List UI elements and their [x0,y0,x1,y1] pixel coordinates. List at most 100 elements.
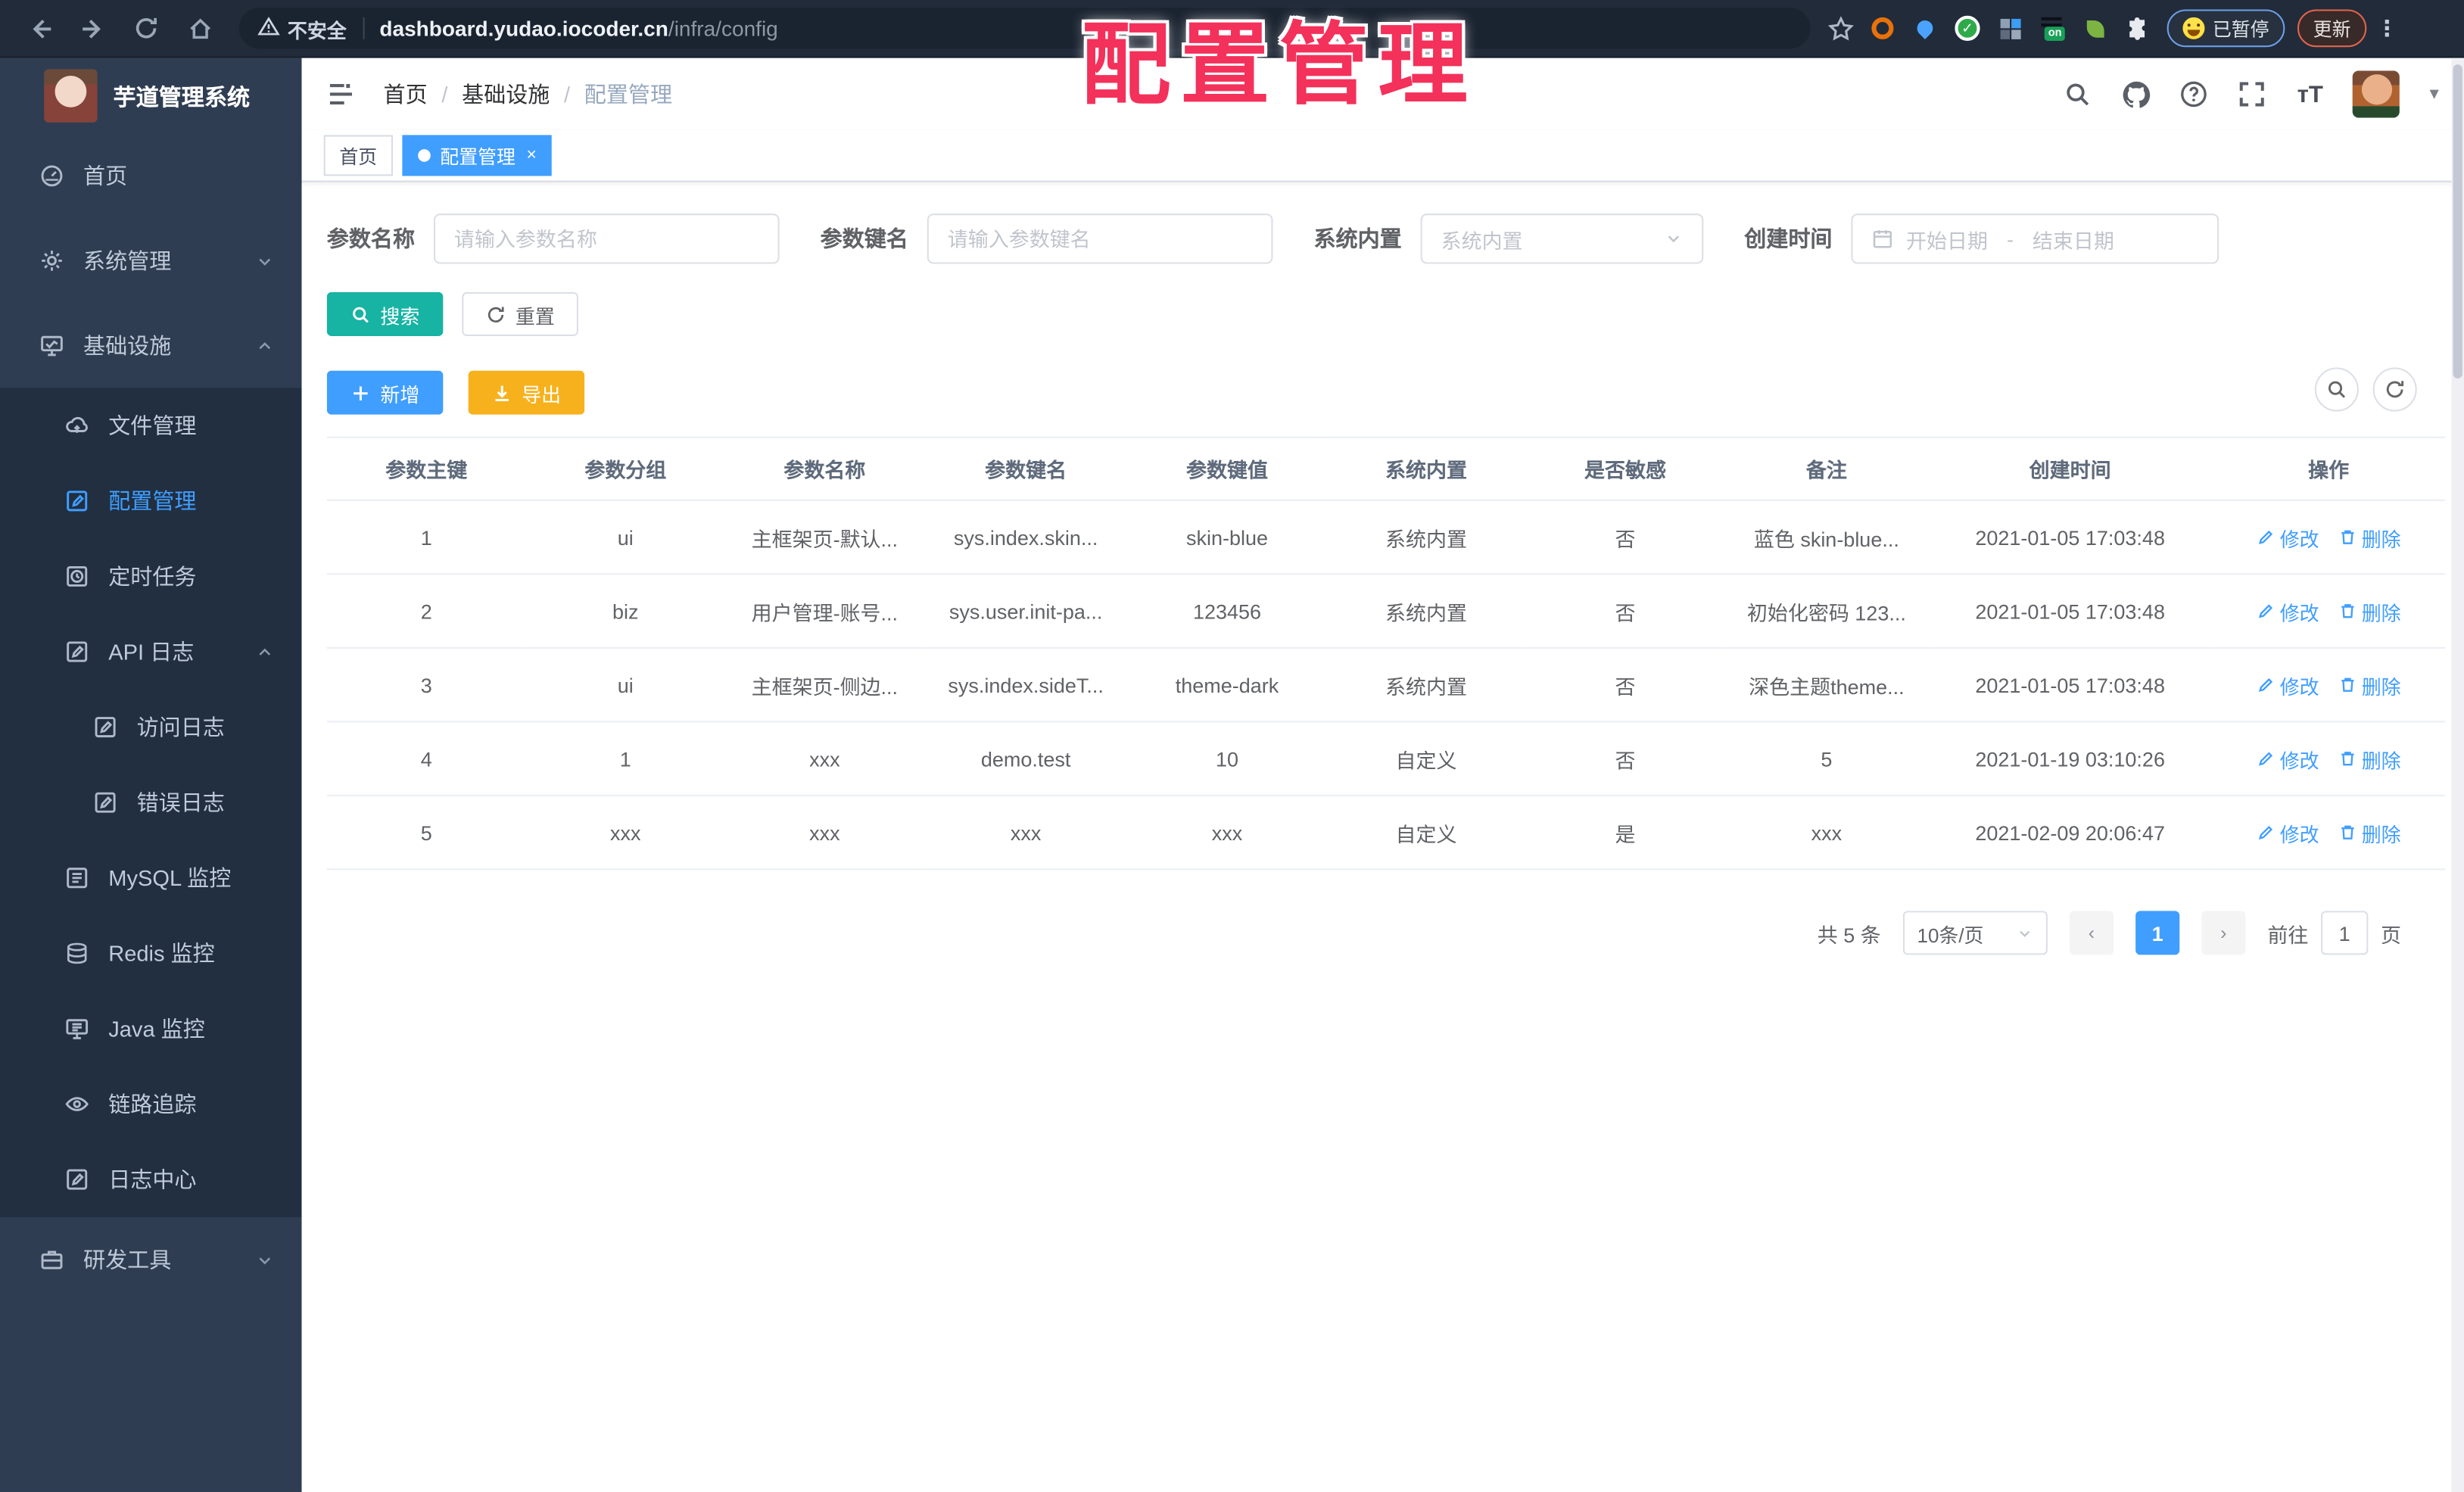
param-name-input[interactable] [453,226,759,251]
reload-icon[interactable] [127,9,165,47]
edit-pen-icon [2257,823,2276,842]
page-size-select[interactable]: 10条/页 [1902,911,2048,955]
breadcrumb: 首页 / 基础设施 / 配置管理 [384,79,673,110]
edit-link[interactable]: 修改 [2257,522,2319,552]
sidebar-item-6[interactable]: API 日志 [0,614,302,690]
forward-icon[interactable] [74,9,112,47]
blue-pin-icon[interactable] [1911,14,1939,42]
delete-link[interactable]: 删除 [2338,743,2401,773]
sidebar-item-13[interactable]: 日志中心 [0,1142,302,1217]
edit-link[interactable]: 修改 [2257,596,2319,625]
edit-link[interactable]: 修改 [2257,743,2319,773]
green-check-icon[interactable]: ✓ [1953,14,1981,42]
cell-remark: 5 [1724,721,1929,796]
trash-icon [2338,823,2357,842]
leaf-icon[interactable] [2080,14,2108,42]
github-icon[interactable] [2120,79,2152,110]
caret-down-icon[interactable]: ▼ [2426,86,2442,103]
add-button[interactable]: 新增 [326,370,444,415]
sidebar-item-7[interactable]: 访问日志 [0,690,302,765]
browser-menu-icon[interactable]: ⋮ [2376,15,2398,42]
address-bar[interactable]: 不安全 dashboard.yudao.iocoder.cn/infra/con… [238,8,1811,49]
delete-link[interactable]: 删除 [2338,596,2401,625]
date-range-picker[interactable]: 开始日期 - 结束日期 [1851,213,2219,264]
param-key-label: 参数键名 [820,226,908,251]
next-page-button[interactable]: › [2201,911,2246,955]
cell-name: 主框架页-侧边... [724,647,924,723]
sidebar-item-12[interactable]: 链路追踪 [0,1067,302,1142]
sidebar-item-4[interactable]: 配置管理 [0,463,302,539]
cell-value: skin-blue [1127,500,1327,575]
sidebar-item-14[interactable]: 研发工具 [0,1217,302,1302]
end-date-placeholder: 结束日期 [2032,228,2114,252]
active-dot [418,149,431,162]
column-header: 系统内置 [1326,436,1526,501]
home-icon[interactable] [181,9,219,47]
sidebar-item-11[interactable]: Java 监控 [0,991,302,1067]
log-icon [91,790,117,816]
builtin-select[interactable]: 系统内置 [1420,213,1704,264]
breadcrumb-infra[interactable]: 基础设施 [462,79,550,110]
hamburger-icon[interactable] [324,77,359,112]
font-size-icon[interactable]: тT [2294,79,2326,110]
prev-page-button[interactable]: ‹ [2069,911,2114,955]
back-icon[interactable] [20,9,58,47]
fullscreen-icon[interactable] [2236,79,2268,110]
cell-value: 10 [1127,721,1327,796]
sidebar-item-1[interactable]: 系统管理 [0,218,302,303]
scrollbar-thumb[interactable] [2453,64,2462,379]
sidebar-item-2[interactable]: 基础设施 [0,303,302,388]
breadcrumb-separator: / [564,81,571,107]
goto-page-input[interactable] [2321,911,2369,955]
on-badge-icon[interactable]: on [2038,14,2066,42]
sidebar-item-0[interactable]: 首页 [0,133,302,218]
warning-triangle-icon [257,15,280,42]
url-path: /infra/config [668,16,778,40]
sidebar-item-label: 文件管理 [108,413,197,438]
table-row: 2 biz 用户管理-账号... sys.user.init-pa... 123456 系… [326,574,2446,649]
update-button[interactable]: 更新 [2297,9,2367,48]
toggle-search-icon[interactable] [2314,367,2359,412]
sidebar-item-10[interactable]: Redis 监控 [0,916,302,992]
cell-type: 系统内置 [1326,647,1526,723]
orange-ring-icon[interactable] [1868,14,1896,42]
tab-home[interactable]: 首页 [323,135,394,176]
table-row: 4 1 xxx demo.test 10 自定义否 5 2021-01-19 03:10:26… [326,721,2446,796]
cell-sensitive: 否 [1525,500,1725,575]
edit-pen-icon [2257,749,2276,768]
app-logo[interactable]: 芋道管理系统 [0,58,302,134]
sidebar-item-label: 访问日志 [136,715,225,740]
reset-button[interactable]: 重置 [462,291,578,336]
cell-value: 123456 [1127,574,1327,649]
search-button[interactable]: 搜索 [326,291,444,336]
breadcrumb-home[interactable]: 首页 [384,79,428,110]
page-content: 参数名称 参数键名 系统内置 系统内置 创建时间 开始日期 - 结束日期 [302,182,2464,955]
edit-link-label: 修改 [2279,676,2319,699]
bookmark-star-icon[interactable] [1826,14,1854,42]
close-icon[interactable]: × [526,146,536,165]
sidebar-item-8[interactable]: 错误日志 [0,765,302,840]
table-toolbar: 新增 导出 [326,367,2445,415]
edit-link[interactable]: 修改 [2257,818,2319,847]
page-number-1[interactable]: 1 [2135,911,2180,955]
export-button[interactable]: 导出 [468,370,585,415]
search-icon[interactable] [2062,79,2094,110]
puzzle-icon[interactable] [2123,14,2151,42]
tab-config[interactable]: 配置管理 × [402,135,553,176]
sidebar-item-5[interactable]: 定时任务 [0,539,302,615]
grid-icon[interactable] [1995,14,2023,42]
refresh-icon[interactable] [2372,367,2417,412]
edit-link[interactable]: 修改 [2257,670,2319,699]
delete-link[interactable]: 删除 [2338,818,2401,847]
question-icon[interactable] [2178,79,2210,110]
delete-link[interactable]: 删除 [2338,522,2401,552]
delete-link[interactable]: 删除 [2338,670,2401,699]
window-scrollbar[interactable] [2451,58,2464,1492]
sidebar-item-3[interactable]: 文件管理 [0,388,302,463]
cloud-icon [63,413,89,439]
avatar[interactable] [2352,70,2400,118]
sidebar-item-9[interactable]: MySQL 监控 [0,840,302,916]
paused-chip[interactable]: 已暂停 [2167,9,2285,48]
param-key-input[interactable] [947,226,1253,251]
cell-group: xxx [525,795,725,871]
